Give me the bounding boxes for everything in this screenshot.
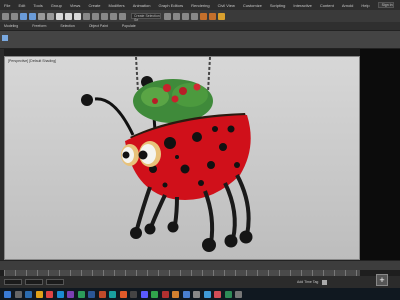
menu-scripting[interactable]: Scripting: [270, 3, 286, 8]
settings-icon[interactable]: [182, 290, 190, 298]
menu-edit[interactable]: Edit: [18, 3, 25, 8]
select-by-name-icon[interactable]: [47, 12, 54, 20]
render-icon[interactable]: [218, 12, 225, 20]
polygon-modeling-icon[interactable]: [2, 35, 8, 41]
onedrive-icon[interactable]: [203, 290, 211, 298]
excel-icon[interactable]: [77, 290, 85, 298]
select-object-icon[interactable]: [38, 12, 45, 20]
menu-create[interactable]: Create: [88, 3, 100, 8]
link-icon[interactable]: [20, 12, 27, 20]
command-panel: [360, 49, 400, 260]
redo-icon[interactable]: [11, 12, 18, 20]
teams-icon[interactable]: [140, 290, 148, 298]
perspective-viewport[interactable]: [Perspective] [Default Shading]: [4, 56, 360, 260]
render-setup-icon[interactable]: [200, 12, 207, 20]
z-coordinate-field[interactable]: [46, 279, 64, 285]
move-icon[interactable]: [56, 12, 63, 20]
scale-icon[interactable]: [74, 12, 81, 20]
menu-views[interactable]: Views: [70, 3, 81, 8]
menu-group[interactable]: Group: [51, 3, 62, 8]
render-frame-icon[interactable]: [209, 12, 216, 20]
3dsmax-icon[interactable]: [109, 290, 116, 298]
mirror-icon[interactable]: [110, 12, 117, 20]
rotate-icon[interactable]: [65, 12, 72, 20]
menu-help[interactable]: Help: [361, 3, 369, 8]
unlink-icon[interactable]: [29, 12, 36, 20]
ladybug-planter-render: [81, 57, 253, 252]
menu-content[interactable]: Content: [320, 3, 334, 8]
chrome-icon[interactable]: [46, 290, 53, 298]
ribbon-tabs: Modeling Freeform Selection Object Paint…: [0, 22, 400, 31]
curve-editor-icon[interactable]: [182, 12, 189, 20]
antenna-left-ball: [81, 94, 93, 106]
layer-icon[interactable]: [164, 12, 171, 20]
status-bar: Add Time Tag: [0, 276, 400, 288]
menu-animation[interactable]: Animation: [133, 3, 151, 8]
menu-arnold[interactable]: Arnold: [342, 3, 354, 8]
powerpoint-icon[interactable]: [98, 290, 106, 298]
menu-modifiers[interactable]: Modifiers: [108, 3, 124, 8]
undo-icon[interactable]: [2, 12, 9, 20]
word-icon[interactable]: [88, 290, 95, 298]
y-coordinate-field[interactable]: [25, 279, 43, 285]
paint-icon[interactable]: [214, 290, 221, 298]
angle-snap-icon[interactable]: [92, 12, 99, 20]
add-button[interactable]: +: [376, 274, 388, 286]
named-selection-dropdown[interactable]: Create Selection Se: [131, 13, 161, 22]
x-coordinate-field[interactable]: [4, 279, 22, 285]
search-icon[interactable]: [14, 290, 22, 298]
menu-bar: File Edit Tools Group Views Create Modif…: [0, 0, 400, 10]
photos-icon[interactable]: [172, 290, 179, 298]
terminal-icon[interactable]: [130, 290, 137, 298]
percent-snap-icon[interactable]: [101, 12, 108, 20]
start-icon[interactable]: [4, 290, 11, 298]
spotify-icon[interactable]: [151, 290, 158, 298]
menu-interactive[interactable]: Interactive: [293, 3, 311, 8]
play-icon[interactable]: [322, 279, 328, 285]
firefox-icon[interactable]: [119, 290, 127, 298]
acrobat-icon[interactable]: [161, 290, 169, 298]
mail-icon[interactable]: [56, 290, 64, 298]
add-time-tag[interactable]: Add Time Tag: [297, 280, 318, 284]
edge-icon[interactable]: [25, 290, 32, 298]
menu-graph-editors[interactable]: Graph Editors: [158, 3, 183, 8]
tab-object-paint[interactable]: Object Paint: [89, 24, 108, 28]
tab-modeling[interactable]: Modeling: [4, 24, 18, 28]
store-icon[interactable]: [193, 290, 200, 298]
folder-icon[interactable]: [35, 290, 43, 298]
menu-file[interactable]: File: [4, 3, 10, 8]
ribbon-panel: [0, 31, 400, 49]
os-taskbar: [0, 288, 400, 300]
menu-tools[interactable]: Tools: [33, 3, 42, 8]
antenna-left: [94, 97, 135, 136]
maps-icon[interactable]: [224, 290, 232, 298]
material-editor-icon[interactable]: [191, 12, 198, 20]
snap-icon[interactable]: [83, 12, 90, 20]
tab-selection[interactable]: Selection: [60, 24, 74, 28]
tab-freeform[interactable]: Freeform: [32, 24, 46, 28]
main-toolbar: Create Selection Se: [0, 10, 400, 22]
menu-customize[interactable]: Customize: [243, 3, 262, 8]
app-icon[interactable]: [67, 290, 74, 298]
time-slider[interactable]: [0, 260, 400, 270]
tab-populate[interactable]: Populate: [122, 24, 136, 28]
align-icon[interactable]: [119, 12, 126, 20]
scene-explorer-icon[interactable]: [173, 12, 180, 20]
menu-civil-view[interactable]: Civil View: [218, 3, 235, 8]
sign-in-field[interactable]: Sign In: [377, 2, 394, 8]
menu-rendering[interactable]: Rendering: [191, 3, 209, 8]
notification-icon[interactable]: [235, 290, 242, 298]
